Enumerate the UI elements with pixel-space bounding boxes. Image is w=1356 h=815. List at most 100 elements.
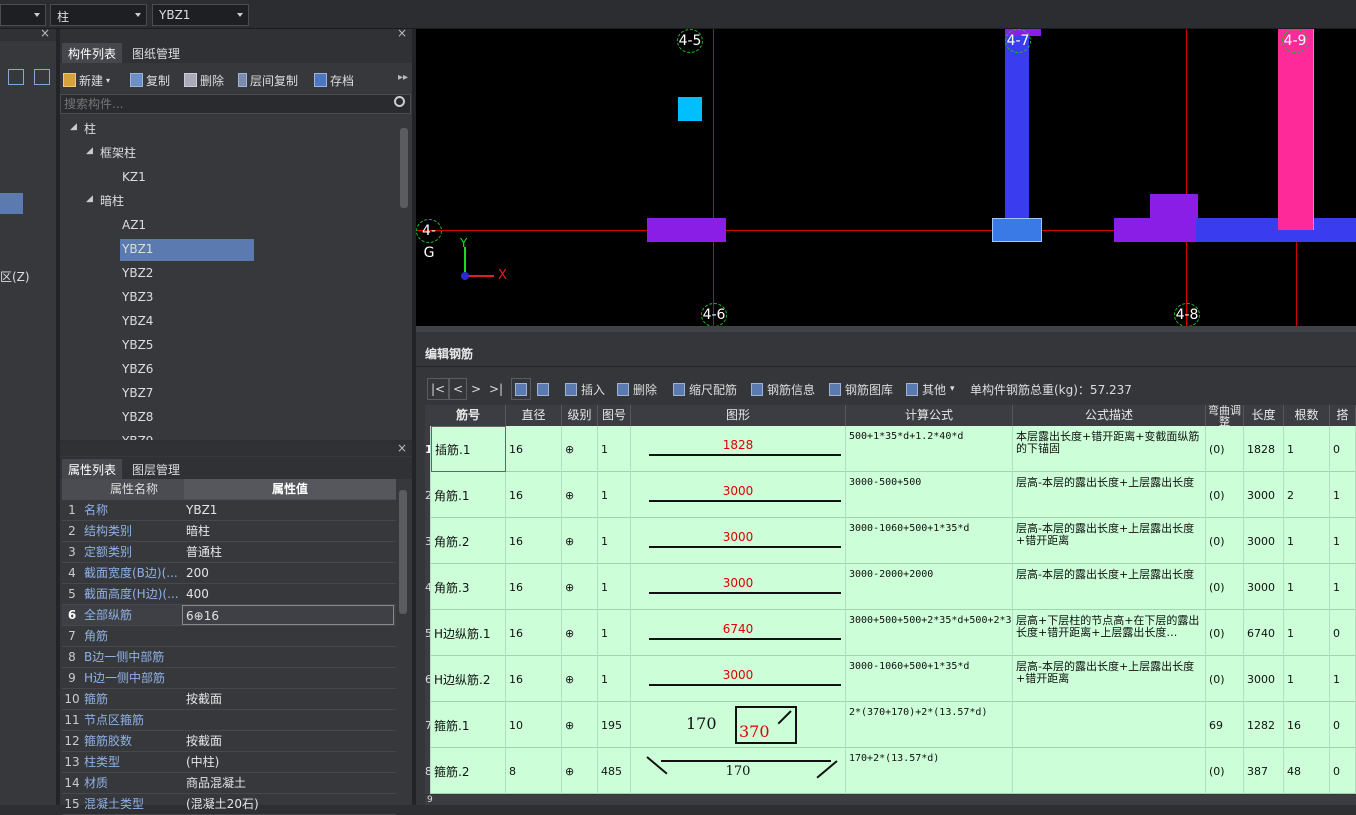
length-cell[interactable]: 6740 xyxy=(1244,610,1284,656)
lap-cell[interactable]: 0 xyxy=(1330,610,1356,656)
property-row[interactable]: 11 节点区箍筋 xyxy=(62,710,396,731)
grade-cell[interactable]: ⊕ xyxy=(562,426,598,472)
formula-description-cell[interactable]: 层高-本层的露出长度+上层露出长度 xyxy=(1013,472,1206,518)
formula-description-cell[interactable]: 层高+下层柱的节点高+在下层的露出长度+错开距离+上层露出长度… xyxy=(1013,610,1206,656)
property-row[interactable]: 13 柱类型 (中柱) xyxy=(62,752,396,773)
tree-item[interactable]: YBZ5 xyxy=(122,335,153,355)
rebar-name-cell[interactable]: 角筋.2 xyxy=(431,518,506,564)
other-button[interactable]: 其他 ▾ xyxy=(906,378,955,400)
figure-no-cell[interactable]: 1 xyxy=(598,472,631,518)
tree-item[interactable]: YBZ3 xyxy=(122,287,153,307)
bend-adjust-cell[interactable]: (0) xyxy=(1206,610,1244,656)
floor-copy-button[interactable]: 层间复制 xyxy=(238,70,298,90)
formula-cell[interactable]: 3000+500+500+2*35*d+500+2*35*d xyxy=(846,610,1013,656)
lap-cell[interactable]: 0 xyxy=(1330,426,1356,472)
figure-no-cell[interactable]: 1 xyxy=(598,518,631,564)
grade-cell[interactable]: ⊕ xyxy=(562,518,598,564)
tree-item[interactable]: 暗柱 xyxy=(100,191,124,211)
figure-no-cell[interactable]: 1 xyxy=(598,610,631,656)
rebar-name-cell[interactable]: 角筋.3 xyxy=(431,564,506,610)
formula-description-cell[interactable]: 层高-本层的露出长度+上层露出长度+错开距离 xyxy=(1013,656,1206,702)
length-cell[interactable]: 3000 xyxy=(1244,656,1284,702)
table-row[interactable]: 8箍筋.28⊕485170170+2*(13.57*d)(0)387480 xyxy=(425,748,1356,794)
lap-cell[interactable]: 1 xyxy=(1330,518,1356,564)
header-formula[interactable]: 计算公式 xyxy=(846,405,1013,426)
tree-item[interactable]: YBZ4 xyxy=(122,311,153,331)
rebar-name-cell[interactable]: 插筋.1 xyxy=(431,426,506,472)
bend-adjust-cell[interactable]: (0) xyxy=(1206,748,1244,794)
header-shape[interactable]: 图形 xyxy=(631,405,846,426)
grade-cell[interactable]: ⊕ xyxy=(562,472,598,518)
vertical-wall[interactable] xyxy=(1005,29,1029,221)
tab-layer-management[interactable]: 图层管理 xyxy=(126,459,186,479)
grade-cell[interactable]: ⊕ xyxy=(562,564,598,610)
tab-component-list[interactable]: 构件列表 xyxy=(62,43,123,63)
scale-rebar-button[interactable]: 缩尺配筋 xyxy=(673,378,737,400)
property-value[interactable]: (中柱) xyxy=(186,752,219,772)
count-cell[interactable]: 1 xyxy=(1284,610,1330,656)
shape-cell[interactable]: 1828 xyxy=(631,426,846,472)
bend-adjust-cell[interactable]: (0) xyxy=(1206,518,1244,564)
header-bend-adjust[interactable]: 弯曲调整 xyxy=(1206,405,1244,426)
wall-segment[interactable] xyxy=(647,218,726,242)
table-row[interactable]: 3角筋.216⊕130003000-1060+500+1*35*d层高-本层的露… xyxy=(425,518,1356,564)
formula-cell[interactable]: 170+2*(13.57*d) xyxy=(846,748,1013,794)
close-icon[interactable]: × xyxy=(397,26,407,40)
selected-column[interactable] xyxy=(992,218,1042,242)
wall-segment[interactable] xyxy=(1196,218,1356,242)
diameter-cell[interactable]: 16 xyxy=(506,564,562,610)
last-record-button[interactable]: >| xyxy=(489,378,503,400)
formula-description-cell[interactable] xyxy=(1013,748,1206,794)
tree-item[interactable]: YBZ7 xyxy=(122,383,153,403)
rebar-name-cell[interactable]: H边纵筋.1 xyxy=(431,610,506,656)
shape-cell[interactable]: 6740 xyxy=(631,610,846,656)
header-rebar-no[interactable]: 筋号 xyxy=(431,405,506,426)
insert-button[interactable]: 插入 xyxy=(565,378,605,400)
count-cell[interactable]: 1 xyxy=(1284,426,1330,472)
property-row[interactable]: 4 截面宽度(B边)(... 200 xyxy=(62,563,396,584)
table-row[interactable]: 7箍筋.110⊕1951703702*(370+170)+2*(13.57*d)… xyxy=(425,702,1356,748)
tree-item[interactable]: 框架柱 xyxy=(100,143,136,163)
rebar-name-cell[interactable]: 箍筋.1 xyxy=(431,702,506,748)
table-row[interactable]: 5H边纵筋.116⊕167403000+500+500+2*35*d+500+2… xyxy=(425,610,1356,656)
tree-item[interactable]: AZ1 xyxy=(122,215,146,235)
length-cell[interactable]: 3000 xyxy=(1244,564,1284,610)
property-row[interactable]: 3 定额类别 普通柱 xyxy=(62,542,396,563)
property-row[interactable]: 9 H边一侧中部筋 xyxy=(62,668,396,689)
rebar-info-button[interactable]: 钢筋信息 xyxy=(751,378,815,400)
column-square[interactable] xyxy=(678,97,702,121)
shape-cell[interactable]: 3000 xyxy=(631,518,846,564)
property-value[interactable]: 商品混凝土 xyxy=(186,773,246,793)
count-cell[interactable]: 1 xyxy=(1284,564,1330,610)
property-value[interactable]: 6⊕16 xyxy=(182,605,394,625)
tree-scrollbar[interactable] xyxy=(400,128,408,208)
property-value[interactable]: YBZ1 xyxy=(186,500,217,520)
property-row[interactable]: 5 截面高度(H边)(... 400 xyxy=(62,584,396,605)
property-row[interactable]: 8 B边一侧中部筋 xyxy=(62,647,396,668)
grid-view-icon[interactable] xyxy=(34,69,50,85)
property-row[interactable]: 6 全部纵筋 6⊕16 xyxy=(62,605,396,626)
property-row[interactable]: 12 箍筋胶数 按截面 xyxy=(62,731,396,752)
formula-description-cell[interactable]: 层高-本层的露出长度+上层露出长度+错开距离 xyxy=(1013,518,1206,564)
more-icon[interactable]: ▸▸ xyxy=(398,72,408,83)
diameter-cell[interactable]: 16 xyxy=(506,518,562,564)
grade-cell[interactable]: ⊕ xyxy=(562,702,598,748)
formula-cell[interactable]: 2*(370+170)+2*(13.57*d) xyxy=(846,702,1013,748)
property-value[interactable]: (混凝土20石) xyxy=(186,794,259,814)
property-row[interactable]: 7 角筋 xyxy=(62,626,396,647)
formula-cell[interactable]: 500+1*35*d+1.2*40*d xyxy=(846,426,1013,472)
rebar-name-cell[interactable]: 箍筋.2 xyxy=(431,748,506,794)
component-selector[interactable]: YBZ1 xyxy=(152,4,249,26)
pink-wall[interactable] xyxy=(1278,29,1314,230)
formula-cell[interactable]: 3000-1060+500+1*35*d xyxy=(846,518,1013,564)
length-cell[interactable]: 1282 xyxy=(1244,702,1284,748)
bend-adjust-cell[interactable]: 69 xyxy=(1206,702,1244,748)
shape-cell[interactable]: 3000 xyxy=(631,656,846,702)
formula-description-cell[interactable] xyxy=(1013,702,1206,748)
tree-item[interactable]: YBZ6 xyxy=(122,359,153,379)
bend-adjust-cell[interactable]: (0) xyxy=(1206,564,1244,610)
property-value[interactable]: 200 xyxy=(186,563,209,583)
delete-rebar-button[interactable]: 删除 xyxy=(617,378,657,400)
tab-drawing-management[interactable]: 图纸管理 xyxy=(126,43,186,63)
property-row[interactable]: 1 名称 YBZ1 xyxy=(62,500,396,521)
